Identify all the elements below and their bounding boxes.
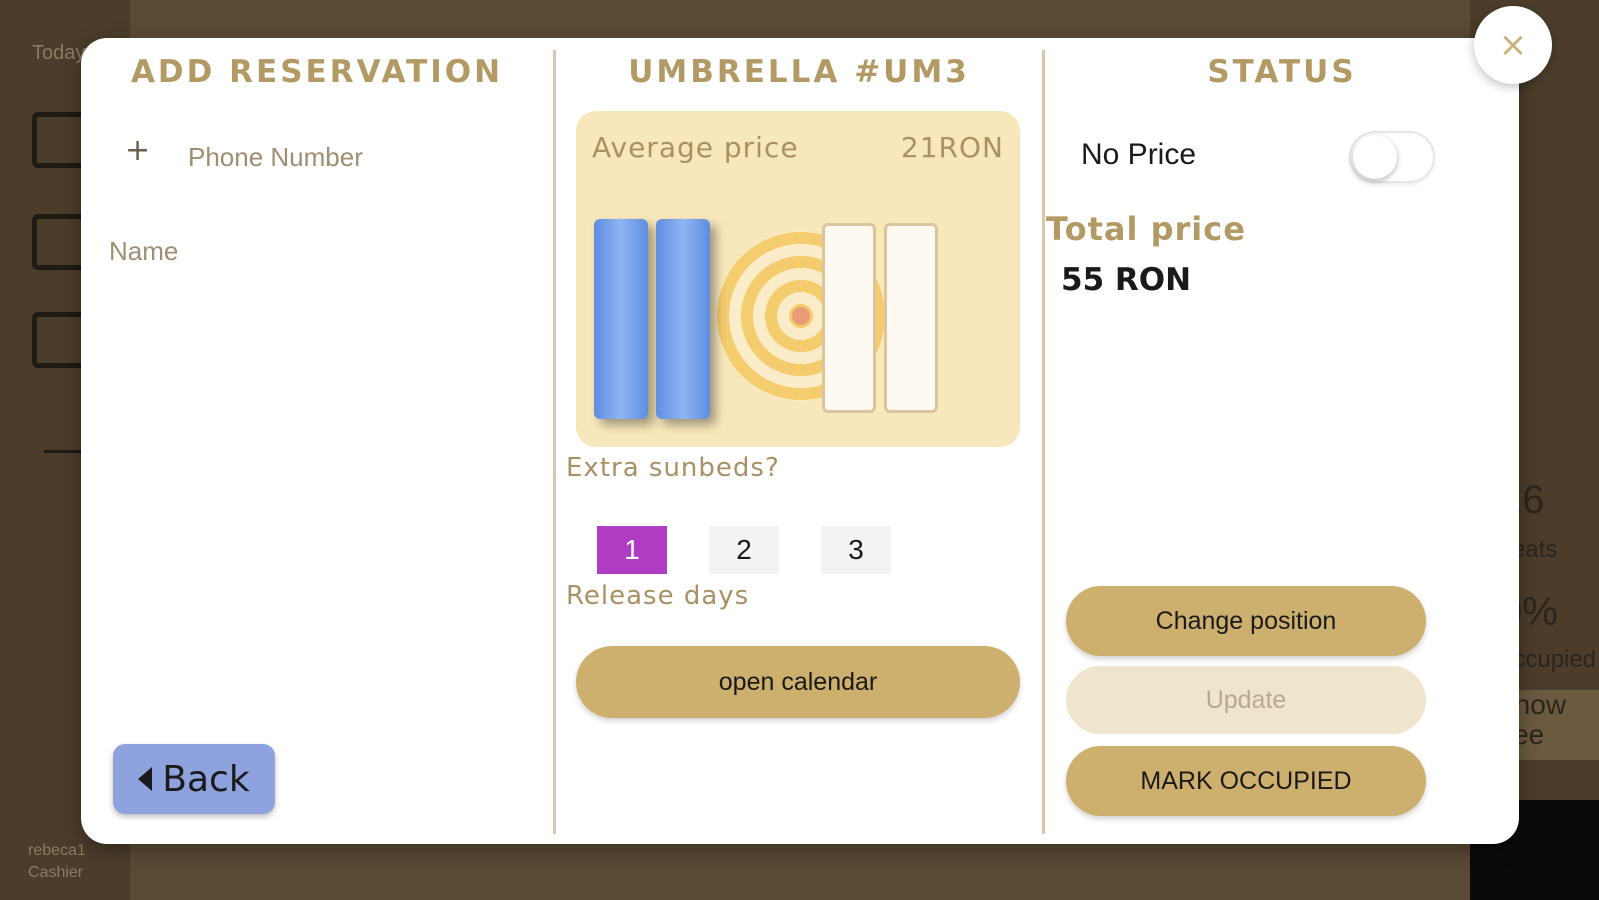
total-price-value: 55 RON — [1061, 262, 1192, 298]
sunbed-occupied — [656, 219, 710, 419]
close-button[interactable]: × — [1474, 6, 1552, 84]
sunbed-free — [822, 223, 876, 413]
sunbed-occupied — [594, 219, 648, 419]
average-price-label: Average price — [592, 131, 799, 164]
umbrella-title: UMBRELLA #UM3 — [628, 54, 970, 90]
sunbed-option-3[interactable]: 3 — [821, 526, 891, 574]
back-arrow-icon — [138, 767, 153, 791]
release-days-label: Release days — [566, 581, 750, 611]
column-divider — [553, 50, 556, 834]
plus-icon[interactable]: + — [125, 133, 150, 168]
extra-sunbeds-label: Extra sunbeds? — [566, 453, 780, 483]
average-price-value: 21RON — [900, 131, 1004, 164]
sunbed-free — [884, 223, 938, 413]
open-calendar-button[interactable]: open calendar — [576, 646, 1020, 718]
update-button[interactable]: Update — [1066, 666, 1426, 734]
mark-occupied-button[interactable]: MARK OCCUPIED — [1066, 746, 1426, 816]
close-icon: × — [1498, 25, 1528, 65]
download-icon — [32, 112, 88, 168]
calendar-share-icon — [32, 214, 88, 270]
sidebar-divider — [44, 450, 84, 453]
user-role: Cashier — [28, 864, 84, 881]
back-button[interactable]: Back — [113, 744, 275, 814]
phone-number-input[interactable] — [186, 136, 530, 178]
change-position-button[interactable]: Change position — [1066, 586, 1426, 656]
toggle-knob — [1353, 135, 1397, 179]
name-input[interactable] — [107, 230, 511, 272]
sunbed-option-1[interactable]: 1 — [597, 526, 667, 574]
umbrella-card: Average price 21RON — [576, 111, 1020, 447]
calendar-icon — [32, 312, 88, 368]
status-title: STATUS — [1207, 54, 1357, 90]
no-price-label: No Price — [1081, 138, 1197, 171]
reservation-modal: ADD RESERVATION + Back UMBRELLA #UM3 Ave… — [81, 38, 1519, 844]
user-name: rebeca1 — [28, 842, 86, 859]
add-reservation-title: ADD RESERVATION — [130, 54, 504, 90]
sunbed-option-2[interactable]: 2 — [709, 526, 779, 574]
column-divider — [1042, 50, 1045, 834]
back-button-label: Back — [162, 758, 250, 800]
total-price-label: Total price — [1046, 210, 1246, 248]
today-label: Today — [32, 42, 86, 64]
user-info: rebeca1 Cashier — [28, 840, 86, 884]
no-price-toggle[interactable] — [1349, 131, 1435, 183]
